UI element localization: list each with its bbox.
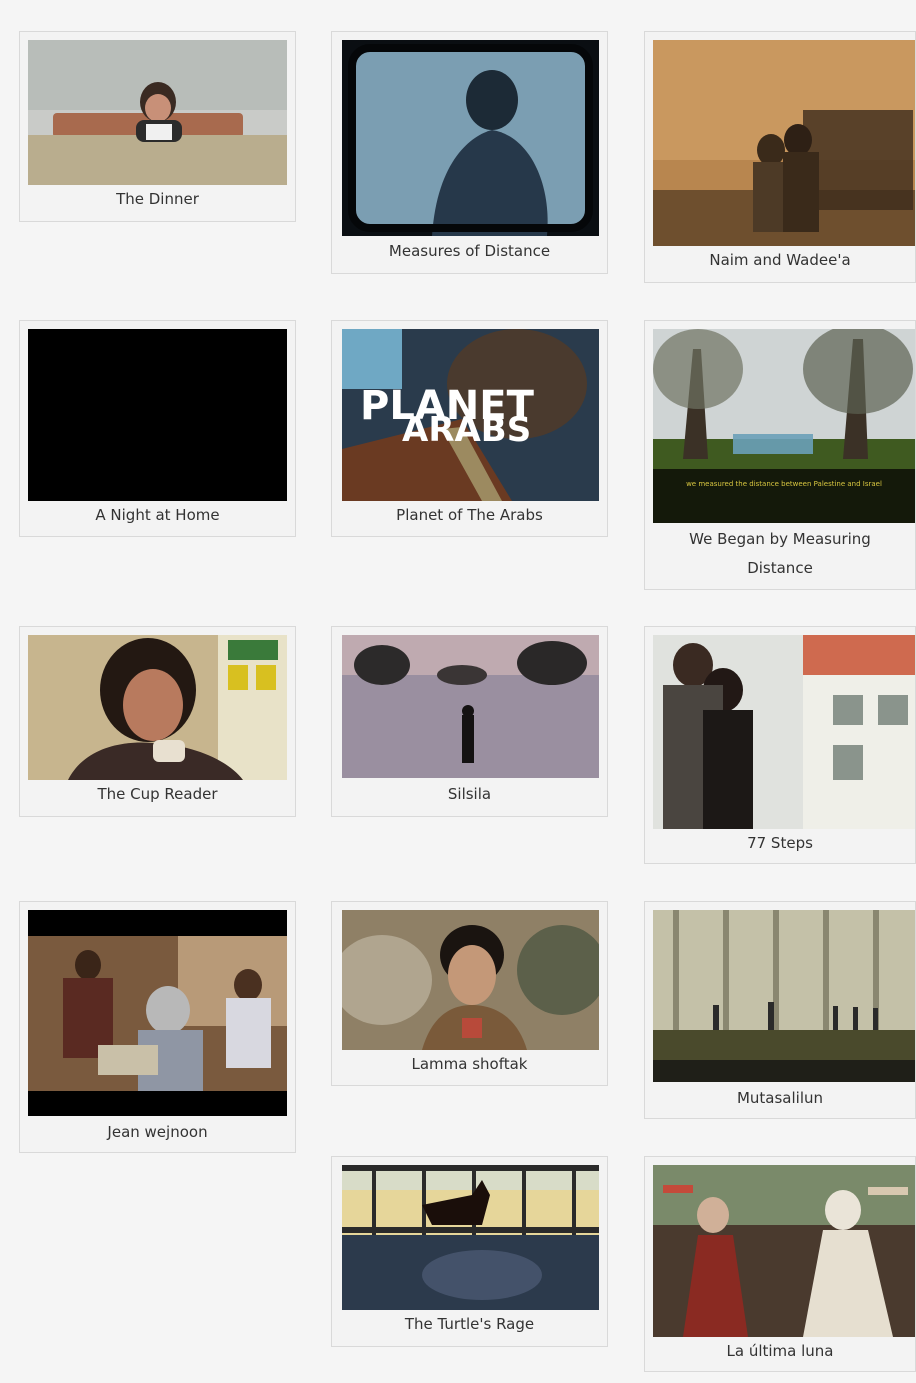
black-frame-thumbnail bbox=[28, 329, 287, 501]
film-card-the-turtles-rage[interactable]: The Turtle's Rage bbox=[331, 1156, 608, 1347]
film-title[interactable]: The Turtle's Rage bbox=[332, 1310, 607, 1339]
film-thumbnail[interactable] bbox=[653, 635, 915, 829]
film-card-silsila[interactable]: Silsila bbox=[331, 626, 608, 817]
film-thumbnail[interactable] bbox=[342, 40, 599, 236]
woman-at-table-thumbnail bbox=[28, 40, 287, 185]
film-thumbnail[interactable] bbox=[28, 635, 287, 780]
family-dinner-thumbnail bbox=[28, 910, 287, 1116]
film-card-jean-wejnoon[interactable]: Jean wejnoon bbox=[19, 901, 296, 1153]
film-title[interactable]: Naim and Wadee'a bbox=[645, 246, 915, 275]
film-title[interactable]: La última luna bbox=[645, 1337, 915, 1366]
film-thumbnail[interactable] bbox=[342, 910, 599, 1050]
dancing-women-thumbnail bbox=[653, 1165, 915, 1337]
film-card-measures-of-distance[interactable]: Measures of Distance bbox=[331, 31, 608, 274]
film-thumbnail[interactable] bbox=[653, 40, 915, 246]
film-title[interactable]: We Began by Measuring Distance bbox=[645, 525, 915, 583]
film-thumbnail[interactable] bbox=[653, 1165, 915, 1337]
film-title[interactable]: 77 Steps bbox=[645, 829, 915, 858]
sepia-couple-photo-thumbnail bbox=[653, 40, 915, 246]
poster-title-text: ARABS bbox=[402, 410, 531, 450]
film-card-a-night-at-home[interactable]: A Night at Home bbox=[19, 320, 296, 537]
film-card-77-steps[interactable]: 77 Steps bbox=[644, 626, 916, 864]
film-card-naim-and-wadeea[interactable]: Naim and Wadee'a bbox=[644, 31, 916, 283]
film-thumbnail[interactable] bbox=[342, 635, 599, 778]
film-title[interactable]: A Night at Home bbox=[20, 501, 295, 530]
film-card-the-cup-reader[interactable]: The Cup Reader bbox=[19, 626, 296, 817]
wall-figures-thumbnail bbox=[653, 910, 915, 1082]
film-thumbnail[interactable]: we measured the distance between Palesti… bbox=[653, 329, 915, 523]
film-title[interactable]: Planet of The Arabs bbox=[332, 501, 607, 530]
film-title[interactable]: Mutasalilun bbox=[645, 1084, 915, 1113]
film-thumbnail[interactable] bbox=[28, 910, 287, 1116]
film-thumbnail[interactable] bbox=[342, 1165, 599, 1310]
film-thumbnail[interactable]: PLANET ARABS bbox=[342, 329, 599, 501]
film-card-la-ultima-luna[interactable]: La última luna bbox=[644, 1156, 916, 1372]
film-card-lamma-shoftak[interactable]: Lamma shoftak bbox=[331, 901, 608, 1086]
film-subtitle-text: we measured the distance between Palesti… bbox=[686, 480, 882, 488]
horse-and-fence-thumbnail bbox=[342, 1165, 599, 1310]
film-gallery: The Dinner Measures of Distance Naim and… bbox=[0, 0, 916, 1383]
boy-portrait-thumbnail bbox=[342, 910, 599, 1050]
trees-field-thumbnail: we measured the distance between Palesti… bbox=[653, 329, 915, 523]
couple-on-balcony-thumbnail bbox=[653, 635, 915, 829]
woman-with-cup-thumbnail bbox=[28, 635, 287, 780]
film-thumbnail[interactable] bbox=[28, 40, 287, 185]
film-card-planet-of-the-arabs[interactable]: PLANET ARABS Planet of The Arabs bbox=[331, 320, 608, 537]
film-title[interactable]: Jean wejnoon bbox=[20, 1118, 295, 1147]
film-title[interactable]: The Dinner bbox=[20, 185, 295, 214]
lake-silhouette-thumbnail bbox=[342, 635, 599, 778]
film-title[interactable]: Silsila bbox=[332, 780, 607, 809]
film-thumbnail[interactable] bbox=[28, 329, 287, 501]
film-title[interactable]: The Cup Reader bbox=[20, 780, 295, 809]
film-card-the-dinner[interactable]: The Dinner bbox=[19, 31, 296, 222]
planet-of-the-arabs-poster-thumbnail: PLANET ARABS bbox=[342, 329, 599, 501]
film-card-we-began-by-measuring-distance[interactable]: we measured the distance between Palesti… bbox=[644, 320, 916, 590]
film-title[interactable]: Measures of Distance bbox=[332, 237, 607, 266]
film-card-mutasalilun[interactable]: Mutasalilun bbox=[644, 901, 916, 1119]
film-title[interactable]: Lamma shoftak bbox=[332, 1050, 607, 1079]
silhouette-shower-thumbnail bbox=[342, 40, 599, 236]
film-thumbnail[interactable] bbox=[653, 910, 915, 1082]
